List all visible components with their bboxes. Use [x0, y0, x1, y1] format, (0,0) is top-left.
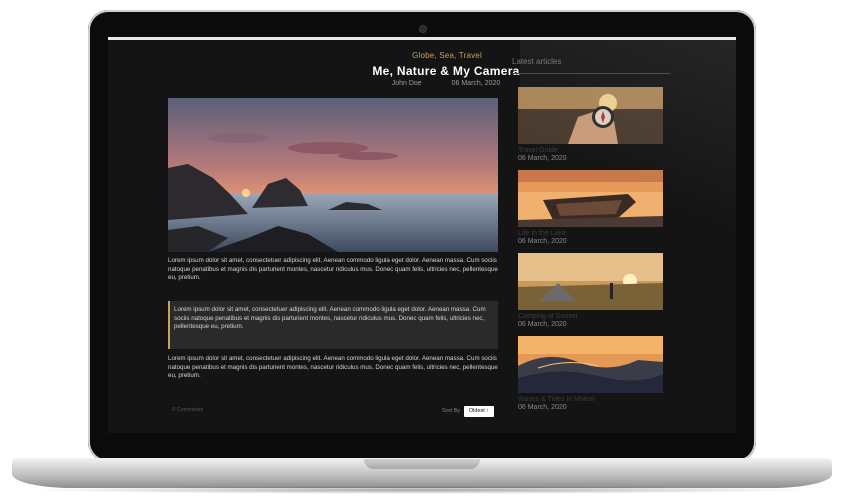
laptop-shadow [24, 486, 820, 494]
compass-in-hand-photo[interactable] [518, 87, 663, 144]
sidebar-article[interactable]: Life In the Lake 06 March, 2020 [518, 170, 663, 245]
sidebar-article-date: 06 March, 2020 [518, 238, 567, 245]
sunset-sea-photo [168, 98, 498, 252]
sidebar-article[interactable]: Waves & Tides In Motion 06 March, 2020 [518, 336, 663, 411]
article-author[interactable]: John Doe [392, 80, 422, 87]
laptop-notch [364, 459, 480, 469]
comments-count: 0 Comments [172, 407, 204, 413]
sidebar-article-date: 06 March, 2020 [518, 155, 567, 162]
sidebar-article-title[interactable]: Waves & Tides In Motion [518, 396, 663, 403]
tent-at-sunset-photo[interactable] [518, 253, 663, 310]
article-paragraph: Lorem ipsum dolor sit amet, consectetuer… [168, 355, 498, 380]
sidebar-title: Latest articles [512, 57, 562, 66]
laptop-screen: Globe, Sea, Travel Me, Nature & My Camer… [108, 37, 736, 433]
webcam [419, 25, 427, 33]
article-date: 06 March, 2020 [451, 80, 501, 87]
sidebar-article-title[interactable]: Travel Guide [518, 147, 663, 154]
sidebar-article-title[interactable]: Life In the Lake [518, 230, 663, 237]
boat-on-lake-photo[interactable] [518, 170, 663, 227]
sidebar-article-title[interactable]: Camping at Sunset [518, 313, 663, 320]
article-paragraph: Lorem ipsum dolor sit amet, consectetuer… [168, 257, 498, 282]
sidebar-article[interactable]: Camping at Sunset 06 March, 2020 [518, 253, 663, 328]
ocean-wave-photo[interactable] [518, 336, 663, 393]
article-blockquote: Lorem ipsum dolor sit amet, consectetuer… [168, 301, 498, 349]
sidebar-article-date: 06 March, 2020 [518, 321, 567, 328]
sidebar-divider [512, 73, 670, 74]
article-meta: John Doe 06 March, 2020 [288, 80, 604, 87]
article-title: Me, Nature & My Camera [372, 64, 520, 78]
sort-label: Sort By [442, 408, 461, 414]
hero-image [168, 98, 498, 252]
sidebar-article-date: 06 March, 2020 [518, 404, 567, 411]
sidebar-article[interactable]: Travel Guide 06 March, 2020 [518, 87, 663, 162]
screen-top-bar [108, 37, 736, 40]
sort-select[interactable]: Oldest ↑ [464, 406, 494, 417]
